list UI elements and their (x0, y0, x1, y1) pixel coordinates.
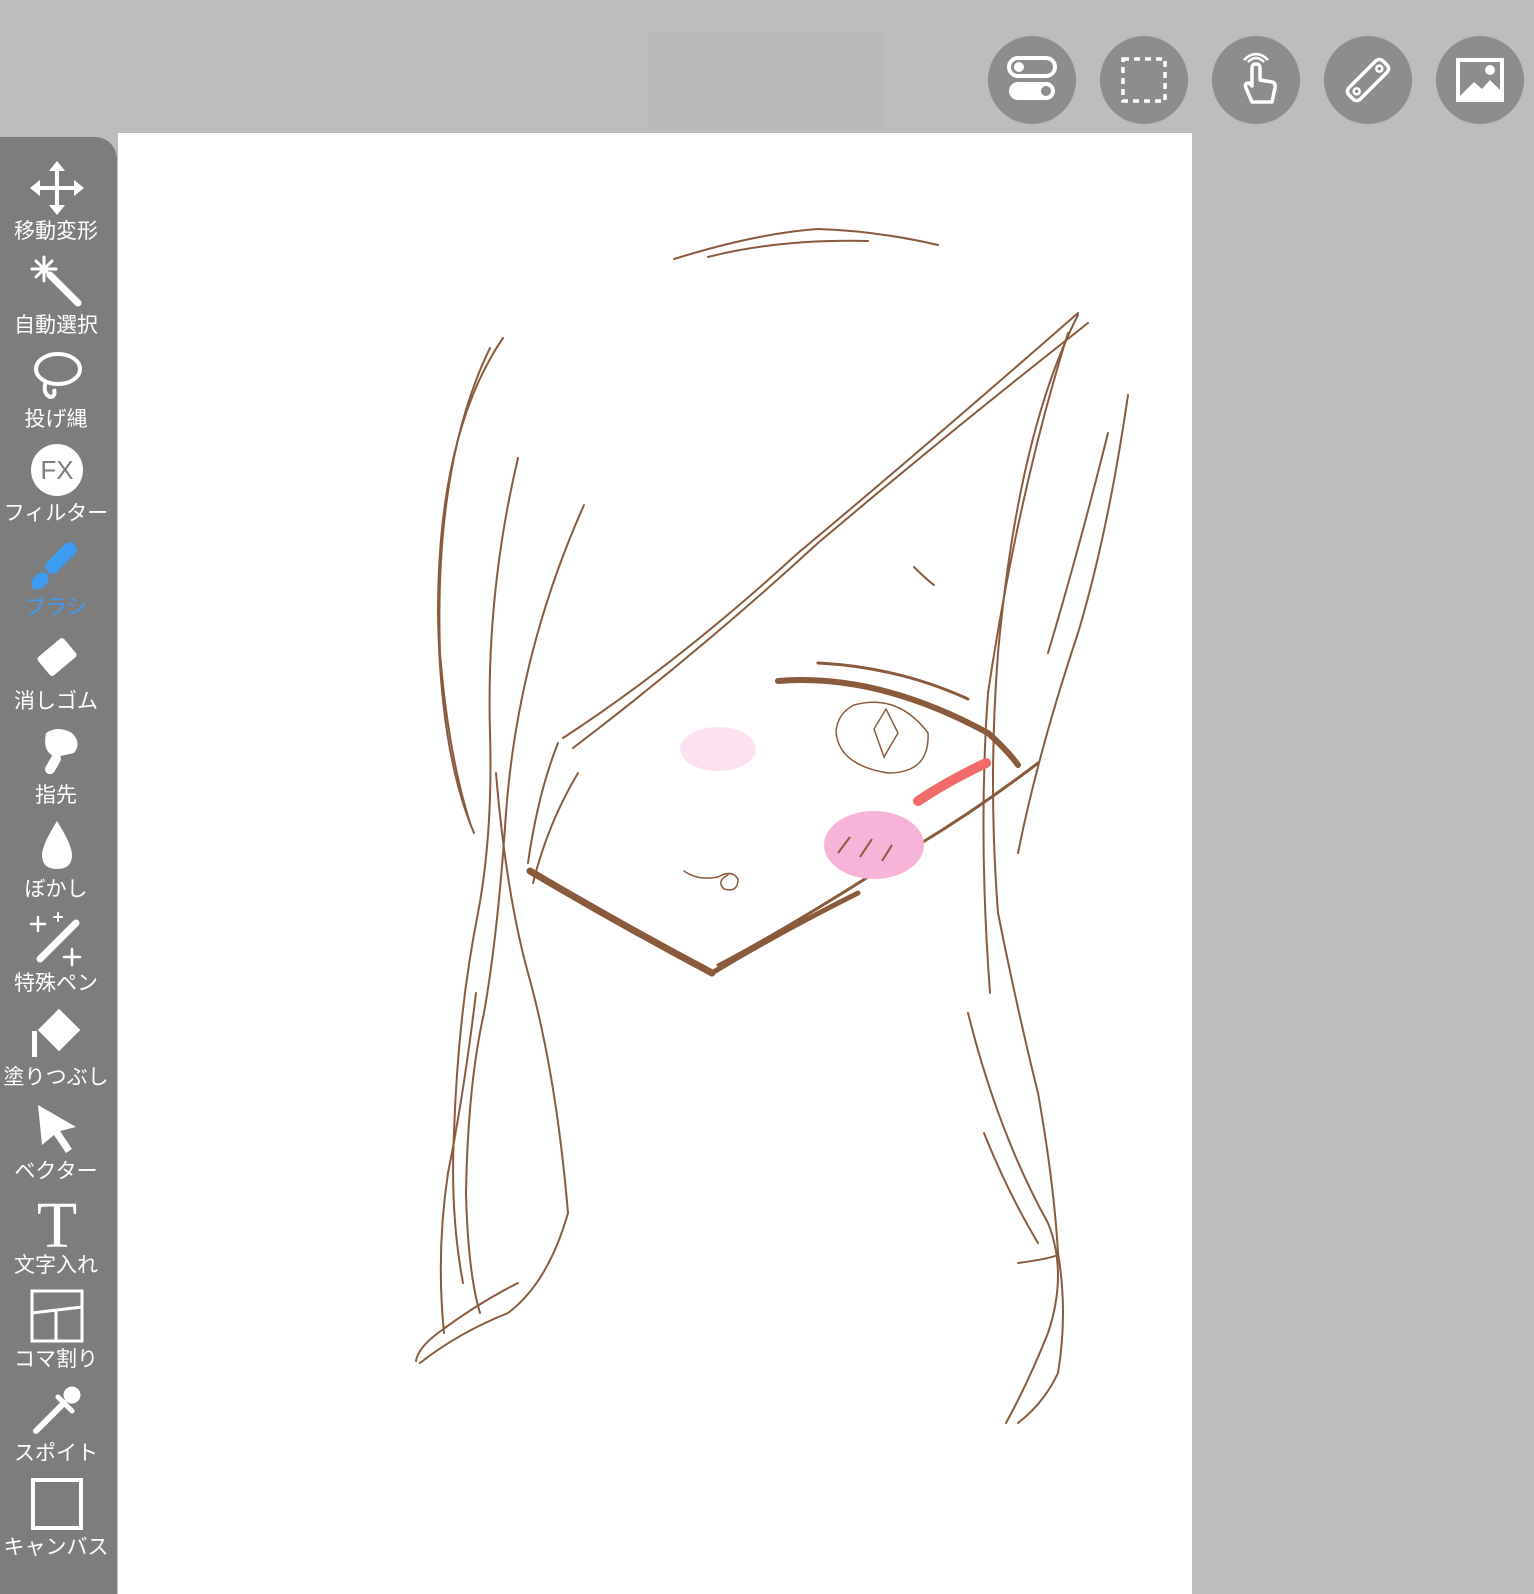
brush-icon (28, 535, 86, 593)
tool-text[interactable]: T 文字入れ (0, 1189, 117, 1283)
finger-smudge-icon (28, 723, 86, 781)
blur-drop-icon (28, 817, 86, 875)
tool-special-pen[interactable]: 特殊ペン (0, 907, 117, 1001)
eraser-icon (28, 629, 86, 687)
image-icon (1456, 58, 1504, 102)
tool-brush[interactable]: ブラシ (0, 531, 117, 625)
tool-panel[interactable]: コマ割り (0, 1283, 117, 1377)
tool-eyedropper[interactable]: スポイト (0, 1377, 117, 1471)
tool-label: 消しゴム (14, 689, 98, 713)
toggle-icon (1007, 56, 1057, 100)
tool-fill[interactable]: 塗りつぶし (0, 1001, 117, 1095)
svg-text:FX: FX (40, 455, 73, 485)
tool-label: 指先 (35, 783, 77, 807)
text-icon: T (28, 1193, 86, 1251)
top-bar (0, 0, 1534, 132)
selection-button[interactable] (1100, 36, 1188, 124)
tool-label: 塗りつぶし (3, 1065, 109, 1089)
tool-label: 投げ縄 (24, 407, 88, 431)
tool-finger[interactable]: 指先 (0, 719, 117, 813)
tool-label: 特殊ペン (14, 971, 98, 995)
tool-auto-select[interactable]: 自動選択 (0, 249, 117, 343)
tool-label: 自動選択 (14, 313, 98, 337)
ruler-button[interactable] (1324, 36, 1412, 124)
vector-cursor-icon (28, 1099, 86, 1157)
hand-touch-icon (1243, 52, 1277, 104)
tool-label: ブラシ (24, 595, 88, 619)
tool-palette: 移動変形 自動選択 投げ縄 FX フィルター ブラシ 消しゴム 指先 ぼかし 特… (0, 137, 117, 1594)
eyedropper-icon (28, 1381, 86, 1439)
tool-blur[interactable]: ぼかし (0, 813, 117, 907)
tool-move-transform[interactable]: 移動変形 (0, 155, 117, 249)
tool-label: 文字入れ (14, 1253, 98, 1277)
canvas-square-icon (28, 1475, 86, 1533)
lasso-icon (28, 347, 86, 405)
image-button[interactable] (1436, 36, 1524, 124)
ruler-icon (1345, 57, 1391, 103)
tool-vector[interactable]: ベクター (0, 1095, 117, 1189)
tool-label: ベクター (14, 1159, 98, 1183)
top-bar-placeholder (648, 32, 884, 128)
sketch-drawing (415, 227, 1129, 1424)
tool-label: スポイト (14, 1441, 98, 1465)
fx-icon: FX (28, 441, 86, 499)
tool-filter[interactable]: FX フィルター (0, 437, 117, 531)
gesture-button[interactable] (1212, 36, 1300, 124)
tool-label: フィルター (3, 501, 109, 525)
drawing-app: 移動変形 自動選択 投げ縄 FX フィルター ブラシ 消しゴム 指先 ぼかし 特… (0, 0, 1534, 1594)
tool-label: コマ割り (14, 1347, 98, 1371)
drawing-canvas[interactable] (118, 133, 1192, 1594)
dashed-select-icon (1121, 57, 1167, 103)
layer-toggle-button[interactable] (988, 36, 1076, 124)
tool-eraser[interactable]: 消しゴム (0, 625, 117, 719)
magic-wand-icon (28, 253, 86, 311)
move-arrows-icon (28, 159, 86, 217)
special-pen-icon (28, 911, 86, 969)
tool-lasso[interactable]: 投げ縄 (0, 343, 117, 437)
tool-label: 移動変形 (14, 219, 98, 243)
svg-text:T: T (37, 1193, 77, 1251)
tool-label: キャンバス (3, 1535, 109, 1559)
tool-canvas[interactable]: キャンバス (0, 1471, 117, 1565)
panel-frame-icon (28, 1287, 86, 1345)
fill-bucket-icon (28, 1005, 86, 1063)
tool-label: ぼかし (24, 877, 88, 901)
